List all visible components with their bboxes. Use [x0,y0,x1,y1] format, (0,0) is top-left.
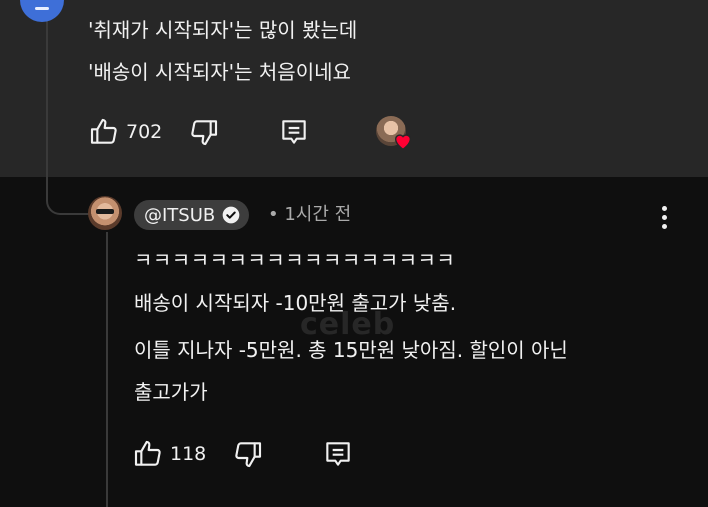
reply-text-line-3: 이틀 지나자 -5만원. 총 15만원 낮아짐. 할인이 아닌 [134,338,568,362]
thumbs-down-icon[interactable] [232,438,264,470]
parent-comment-text-line-2: '배송이 시작되자'는 처음이네요 [88,60,351,84]
reply-thread-line [106,232,108,507]
parent-action-bar: 702 [88,114,310,150]
author-handle[interactable]: @ITSUB [144,205,215,226]
comments-thread: '취재가 시작되자'는 많이 봤는데 '배송이 시작되자'는 처음이네요 702 [0,0,708,507]
thumbs-up-icon[interactable] [132,438,164,470]
parent-comment: '취재가 시작되자'는 많이 봤는데 '배송이 시작되자'는 처음이네요 702 [0,0,708,177]
creator-heart-icon [394,134,412,151]
thumbs-up-icon[interactable] [88,116,120,148]
reply-like-count: 118 [170,443,207,465]
watermark: celeb [300,307,396,342]
thumbs-down-icon[interactable] [188,116,220,148]
reply-text-line-2: 배송이 시작되자 -10만원 출고가 낮춤. [134,291,457,315]
thread-line [46,0,48,177]
parent-comment-text-line-1: '취재가 시작되자'는 많이 봤는데 [88,18,358,42]
reply-action-bar: 118 [132,436,354,472]
parent-avatar[interactable] [20,0,64,22]
creator-heart-badge [376,116,416,152]
reply-text-line-4: 출고가가 [134,380,208,404]
reply-avatar[interactable] [88,196,122,230]
reply-timestamp[interactable]: • 1시간 전 [268,202,351,228]
more-vert-icon[interactable] [656,206,672,236]
reply-icon[interactable] [322,438,354,470]
verified-check-icon [221,205,241,225]
parent-like-count: 702 [126,121,163,143]
reply-text-line-1: ㅋㅋㅋㅋㅋㅋㅋㅋㅋㅋㅋㅋㅋㅋㅋㅋㅋ [134,248,456,272]
author-handle-pill[interactable]: @ITSUB [134,200,250,230]
reply-icon[interactable] [278,116,310,148]
